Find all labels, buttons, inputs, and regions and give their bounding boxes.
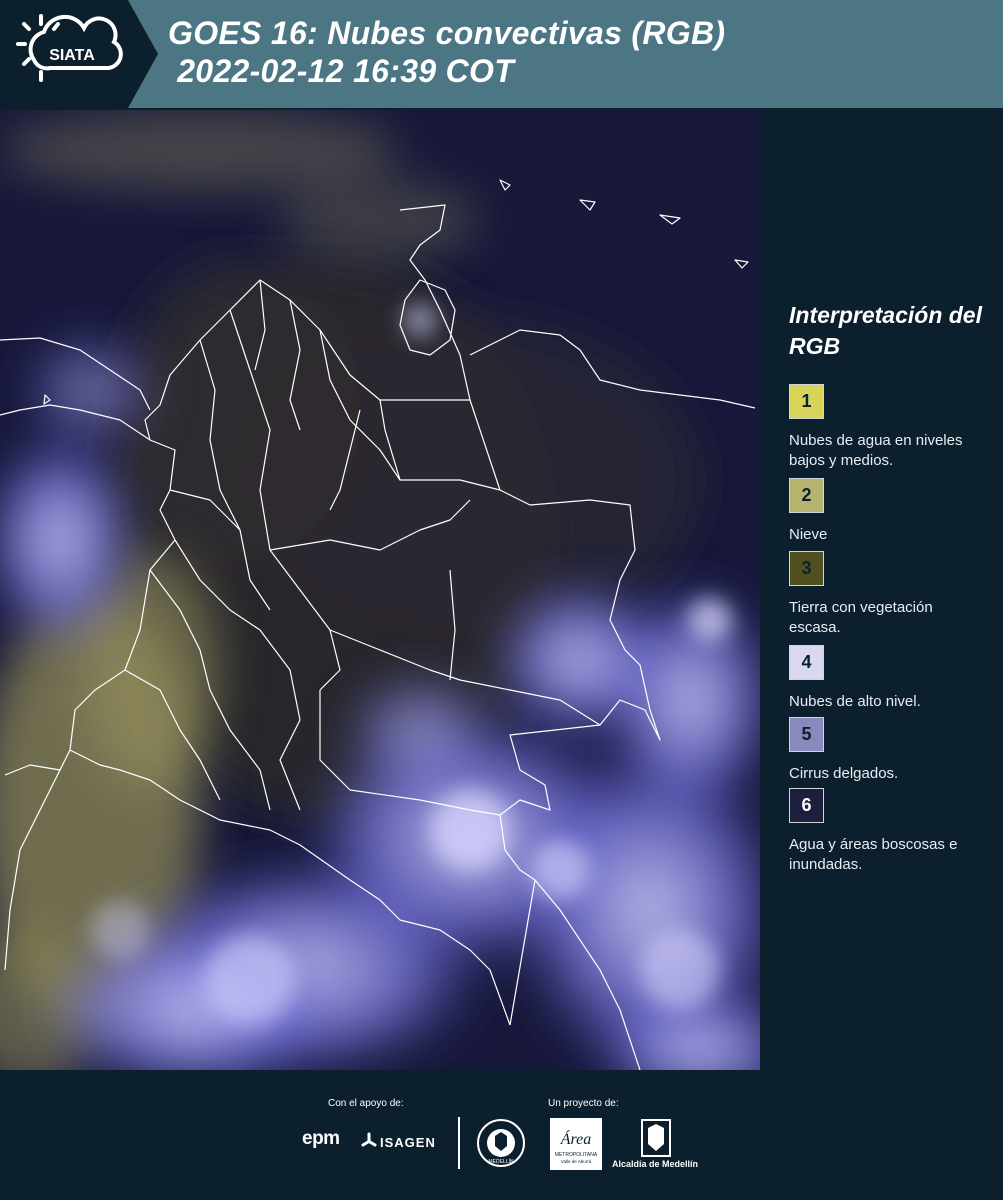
area-logo-sub: METROPOLITANA <box>555 1152 598 1158</box>
alcaldia-shield-logo <box>641 1119 671 1157</box>
legend-swatch-5: 5 <box>789 717 824 752</box>
legend-item-4: 4 Nubes de alto nivel. <box>789 645 989 712</box>
satellite-image <box>0 110 760 1070</box>
legend-label-4: Nubes de alto nivel. <box>789 693 921 710</box>
legend-item-5: 5 Cirrus delgados. <box>789 717 989 784</box>
area-logo-sub2: Valle de Aburrá <box>561 1159 592 1164</box>
footer: Con el apoyo de: Un proyecto de: epm ISA… <box>0 1070 1003 1200</box>
legend-swatch-2: 2 <box>789 478 824 513</box>
area-metropolitana-logo: Área METROPOLITANA Valle de Aburrá <box>550 1118 602 1170</box>
siata-sun-cloud-icon: SIATA <box>16 14 123 82</box>
alcaldia-logo-text: Alcaldía de Medellín <box>612 1159 699 1169</box>
legend-swatch-6: 6 <box>789 788 824 823</box>
legend-item-2: 2 Nieve <box>789 478 989 545</box>
legend-item-3: 3 Tierra con vegetación escasa. <box>789 551 989 638</box>
medellin-seal-text: MEDELLÍN <box>488 1158 513 1165</box>
epm-logo: epm <box>302 1128 340 1149</box>
isagen-logo: ISAGEN <box>380 1135 436 1150</box>
legend-swatch-4: 4 <box>789 645 824 680</box>
footer-support-label: Con el apoyo de: <box>328 1098 404 1109</box>
page-title: GOES 16: Nubes convectivas (RGB) 2022-02… <box>168 15 726 89</box>
legend-title: Interpretación del RGB <box>789 302 982 359</box>
legend-swatch-1: 1 <box>789 384 824 419</box>
legend-swatch-3: 3 <box>789 551 824 586</box>
legend-label-3: Tierra con vegetación escasa. <box>789 599 933 636</box>
isagen-logo-icon <box>361 1132 377 1147</box>
legend-item-6: 6 Agua y áreas boscosas e inundadas. <box>789 788 989 875</box>
area-logo-text: Área <box>560 1129 592 1148</box>
legend-label-1: Nubes de agua en niveles bajos y medios. <box>789 432 963 469</box>
medellin-seal-logo: MEDELLÍN <box>477 1119 525 1167</box>
legend-label-5: Cirrus delgados. <box>789 765 899 782</box>
footer-divider <box>458 1117 460 1169</box>
legend-label-6: Agua y áreas boscosas e inundadas. <box>789 836 958 873</box>
legend-item-1: 1 Nubes de agua en niveles bajos y medio… <box>789 384 989 471</box>
legend-label-2: Nieve <box>789 526 828 543</box>
page: SIATA GOES 16: Nubes convectivas (RGB) 2… <box>0 0 1003 1200</box>
satellite-map <box>0 110 760 1070</box>
header-bar: SIATA GOES 16: Nubes convectivas (RGB) 2… <box>0 0 1003 108</box>
footer-project-label: Un proyecto de: <box>548 1098 619 1109</box>
siata-logo: SIATA <box>0 0 158 108</box>
siata-logo-text: SIATA <box>49 47 95 64</box>
